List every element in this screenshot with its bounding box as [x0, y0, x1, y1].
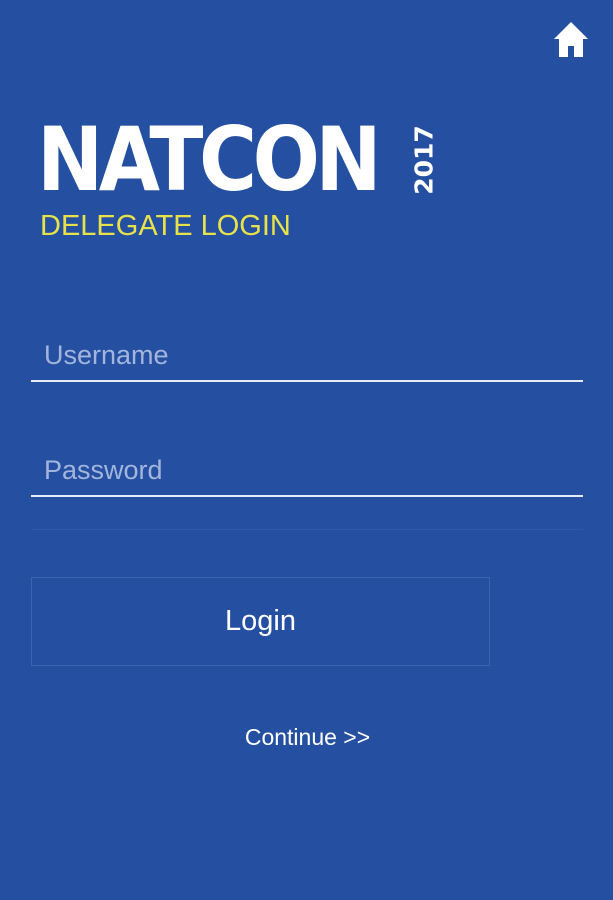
home-icon: [554, 22, 588, 57]
logo-year: 2017: [409, 122, 439, 198]
home-button[interactable]: [552, 20, 590, 60]
login-button[interactable]: Login: [31, 577, 490, 666]
username-field[interactable]: [31, 330, 583, 382]
continue-link[interactable]: Continue >>: [0, 724, 613, 751]
logo-word: NATCON: [37, 108, 382, 211]
password-input[interactable]: [31, 445, 583, 495]
logo-year-text: 2017: [409, 125, 439, 195]
form-divider: [31, 529, 583, 530]
page-subtitle: DELEGATE LOGIN: [40, 210, 291, 242]
continue-link-label: Continue >>: [244, 724, 371, 750]
username-input[interactable]: [31, 330, 583, 380]
natcon-logo: NATCON 2017: [37, 108, 439, 211]
password-field[interactable]: [31, 445, 583, 497]
